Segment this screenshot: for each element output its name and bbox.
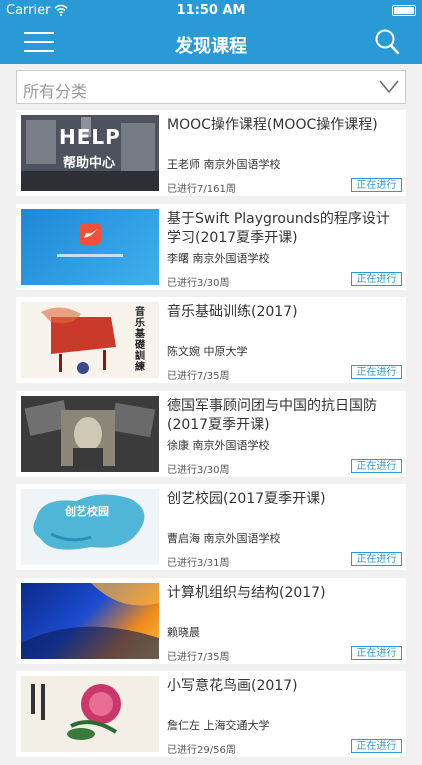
top-bar: Carrier 11:50 AM 发现课程 <box>0 0 422 64</box>
teacher-name: 徐康 <box>167 438 189 452</box>
category-dropdown[interactable]: 所有分类 <box>16 70 406 104</box>
course-title: 基于Swift Playgrounds的程序设计学习(2017夏季开课) <box>167 210 390 246</box>
course-thumbnail: 音乐基礎訓練 <box>21 302 159 378</box>
status-time: 11:50 AM <box>176 3 246 18</box>
course-title: 小写意花鸟画(2017) <box>167 678 298 694</box>
course-card[interactable]: HELP 帮助中心 MOOC操作课程(MOOC操作课程) 王老师 南京外国语学校… <box>16 110 406 196</box>
search-icon[interactable] <box>374 28 400 56</box>
thumbnail-text: 帮助中心 <box>63 156 116 171</box>
teacher-name: 詹仁左 <box>167 719 200 732</box>
course-thumbnail: 创艺校园 <box>21 489 159 565</box>
status-bar: Carrier 11:50 AM <box>0 0 422 22</box>
course-thumbnail: HELP 帮助中心 <box>21 115 159 191</box>
battery-icon <box>392 5 416 16</box>
teacher-line: 詹仁左 上海交通大学 <box>167 717 270 733</box>
course-progress: 已进行7/35周 <box>167 371 230 382</box>
course-thumbnail <box>21 208 159 285</box>
course-card[interactable]: 基于Swift Playgrounds的程序设计学习(2017夏季开课) 李曙 … <box>16 203 406 290</box>
category-selected-value: 所有分类 <box>23 82 88 101</box>
school-name: 南京外国语学校 <box>192 251 270 265</box>
course-thumbnail <box>21 395 159 472</box>
course-title: MOOC操作课程(MOOC操作课程) <box>167 117 378 133</box>
page-title: 发现课程 <box>175 36 247 57</box>
teacher-line: 赖晓晨 <box>167 624 200 640</box>
course-card[interactable]: 创艺校园 创艺校园(2017夏季开课) 曹启海 南京外国语学校 已进行3/31周… <box>16 484 406 570</box>
school-name: 南京外国语学校 <box>203 158 281 171</box>
course-progress: 已进行3/31周 <box>167 558 230 569</box>
thumbnail-text: 音乐基礎訓練 <box>135 307 145 373</box>
course-card[interactable]: 计算机组织与结构(2017) 赖晓晨 已进行7/35周 正在进行 <box>16 577 406 664</box>
school-name: 南京外国语学校 <box>203 532 281 545</box>
status-badge: 正在进行 <box>351 552 402 566</box>
status-badge: 正在进行 <box>351 271 402 286</box>
school-name: 中原大学 <box>203 345 248 358</box>
course-list: HELP 帮助中心 MOOC操作课程(MOOC操作课程) 王老师 南京外国语学校… <box>16 110 406 765</box>
thumbnail-text: HELP <box>59 125 121 149</box>
teacher-name: 王老师 <box>167 158 200 171</box>
teacher-line: 陈文婉 中原大学 <box>167 343 248 359</box>
teacher-name: 曹启海 <box>167 532 200 545</box>
course-progress: 已进行29/56周 <box>167 745 236 756</box>
course-title: 音乐基础训练(2017) <box>167 304 298 320</box>
status-badge: 正在进行 <box>351 739 402 753</box>
teacher-name: 赖晓晨 <box>167 625 200 639</box>
chevron-down-icon <box>379 80 399 94</box>
status-badge: 正在进行 <box>351 458 402 473</box>
course-title: 德国军事顾问团与中国的抗日国防(2017夏季开课) <box>167 397 377 433</box>
nav-bar: 发现课程 <box>0 22 422 64</box>
course-progress: 已进行3/30周 <box>167 464 230 476</box>
course-progress: 已进行7/161周 <box>167 184 236 195</box>
teacher-line: 曹启海 南京外国语学校 <box>167 530 281 546</box>
course-thumbnail <box>21 582 159 659</box>
status-badge: 正在进行 <box>351 645 402 660</box>
school-name: 上海交通大学 <box>203 719 270 732</box>
teacher-name: 李曙 <box>167 251 189 265</box>
thumbnail-text: 创艺校园 <box>65 505 109 518</box>
course-title: 计算机组织与结构(2017) <box>167 584 326 601</box>
course-progress: 已进行7/35周 <box>167 651 230 663</box>
course-title: 创艺校园(2017夏季开课) <box>167 491 326 507</box>
course-progress: 已进行3/30周 <box>167 277 230 289</box>
teacher-line: 李曙 南京外国语学校 <box>167 250 270 266</box>
teacher-name: 陈文婉 <box>167 345 200 358</box>
status-badge: 正在进行 <box>351 178 402 192</box>
course-thumbnail <box>21 676 159 752</box>
course-card[interactable]: 音乐基礎訓練 音乐基础训练(2017) 陈文婉 中原大学 已进行7/35周 正在… <box>16 297 406 383</box>
teacher-line: 徐康 南京外国语学校 <box>167 437 270 453</box>
school-name: 南京外国语学校 <box>192 438 270 452</box>
teacher-line: 王老师 南京外国语学校 <box>167 156 281 172</box>
status-badge: 正在进行 <box>351 365 402 379</box>
course-card[interactable]: 德国军事顾问团与中国的抗日国防(2017夏季开课) 徐康 南京外国语学校 已进行… <box>16 390 406 477</box>
course-card[interactable]: 小写意花鸟画(2017) 詹仁左 上海交通大学 已进行29/56周 正在进行 <box>16 671 406 757</box>
